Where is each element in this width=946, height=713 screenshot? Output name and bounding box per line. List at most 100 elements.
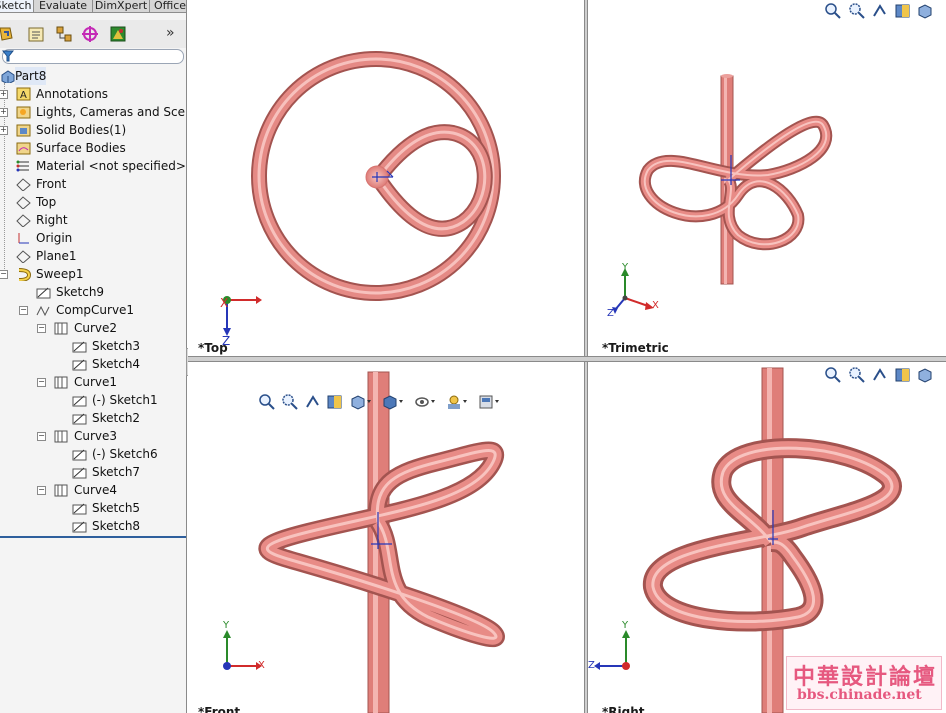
- tree-item-label: Surface Bodies: [36, 141, 126, 155]
- tree-item-label: Front: [36, 177, 67, 191]
- previous-view-icon[interactable]: [871, 2, 889, 20]
- axis-z-label: Z: [607, 308, 614, 319]
- previous-view-icon[interactable]: [304, 393, 322, 411]
- collapse-toggle[interactable]: −: [37, 432, 46, 441]
- axis-x-label: X: [220, 296, 229, 310]
- command-manager-tabs: Sketch Evaluate DimXpert Office Products: [0, 0, 186, 13]
- view-triad: [223, 296, 262, 336]
- tree-item-label: Sketch7: [92, 465, 141, 479]
- section-view-icon[interactable]: [894, 2, 912, 20]
- section-view-icon[interactable]: [894, 366, 912, 384]
- expand-toggle[interactable]: +: [0, 108, 8, 117]
- tree-item-label: Lights, Cameras and Scene: [36, 105, 187, 119]
- zoom-to-area-icon[interactable]: [848, 2, 866, 20]
- svg-text:A: A: [20, 90, 27, 101]
- watermark-url: bbs.chinade.net: [797, 687, 922, 703]
- zoom-to-area-icon[interactable]: [848, 366, 866, 384]
- viewport-top[interactable]: X Z *Top: [188, 0, 584, 356]
- tree-item-label: CompCurve1: [56, 303, 135, 317]
- annotations-icon: A: [16, 87, 31, 101]
- display-manager-icon[interactable]: [108, 24, 128, 44]
- tree-item-label: Sweep1: [36, 267, 84, 281]
- view-triad: [223, 630, 262, 670]
- tree-item-label: (-) Sketch1: [92, 393, 158, 407]
- curve-icon: [54, 484, 68, 497]
- tree-item-label: Curve3: [74, 429, 118, 443]
- viewport-label: *Front: [198, 705, 241, 713]
- hide-show-items-icon[interactable]: [414, 393, 435, 411]
- collapse-toggle[interactable]: −: [19, 306, 28, 315]
- axis-x-label: X: [652, 300, 659, 311]
- tree-item-label: Curve4: [74, 483, 118, 497]
- tree-item-label: Sketch3: [92, 339, 141, 353]
- collapse-toggle[interactable]: −: [0, 270, 8, 279]
- view-orientation-icon[interactable]: [916, 366, 934, 384]
- feature-manager-panel: Sketch Evaluate DimXpert Office Products…: [0, 0, 187, 713]
- sweep-icon: [18, 268, 31, 281]
- expand-toggle[interactable]: +: [0, 126, 8, 135]
- display-style-icon[interactable]: [382, 393, 403, 411]
- previous-view-icon[interactable]: [871, 366, 889, 384]
- zoom-to-fit-icon[interactable]: [824, 366, 842, 384]
- collapse-toggle[interactable]: −: [37, 324, 46, 333]
- viewport-trimetric[interactable]: Y X Z *Trimetric: [588, 0, 946, 356]
- sketch-icon: [72, 521, 87, 533]
- plane-icon: [16, 214, 31, 227]
- axis-x-label: X: [258, 660, 265, 671]
- trimetric-view-canvas: [612, 74, 833, 314]
- tab-sketch[interactable]: Sketch: [0, 0, 34, 13]
- tree-item-label: Sketch9: [56, 285, 105, 299]
- tree-item-label: Sketch2: [92, 411, 141, 425]
- property-manager-icon[interactable]: [26, 24, 46, 44]
- zoom-to-area-icon[interactable]: [281, 393, 299, 411]
- tree-filter-input[interactable]: [2, 49, 184, 64]
- viewport-front[interactable]: Y X *Front: [188, 362, 584, 713]
- sketch-icon: [72, 413, 87, 425]
- manager-icon-bar: »: [0, 20, 186, 48]
- apply-scene-icon[interactable]: [446, 393, 467, 411]
- view-settings-icon[interactable]: [478, 393, 499, 411]
- curve-icon: [54, 430, 68, 443]
- material-icon: [16, 160, 29, 172]
- tree-item-label: Origin: [36, 231, 73, 245]
- axis-y-label: Y: [622, 262, 629, 273]
- dimxpert-manager-icon[interactable]: [80, 24, 100, 44]
- tab-evaluate[interactable]: Evaluate: [33, 0, 93, 13]
- collapse-toggle[interactable]: −: [37, 486, 46, 495]
- curve-icon: [54, 376, 68, 389]
- tree-item-label: Right: [36, 213, 68, 227]
- zoom-to-fit-icon[interactable]: [258, 393, 276, 411]
- tab-dimxpert[interactable]: DimXpert: [92, 0, 150, 13]
- axis-y-label: Y: [223, 620, 230, 631]
- tree-item-label: Top: [36, 195, 57, 209]
- sketch-icon: [36, 287, 51, 299]
- viewport-label: *Right: [602, 705, 645, 713]
- zoom-to-fit-icon[interactable]: [824, 2, 842, 20]
- plane-icon: [16, 250, 31, 263]
- axis-y-label: Y: [622, 620, 629, 631]
- axis-z-label: Z: [588, 660, 595, 671]
- tree-item-label: Sketch5: [92, 501, 141, 515]
- origin-icon: [18, 233, 29, 244]
- plane-icon: [16, 178, 31, 191]
- tree-item-label: Curve1: [74, 375, 118, 389]
- expand-chevron-icon[interactable]: »: [166, 25, 175, 41]
- section-view-icon[interactable]: [326, 393, 344, 411]
- expand-toggle[interactable]: +: [0, 90, 8, 99]
- feature-manager-icon[interactable]: [0, 24, 16, 44]
- tab-office-products[interactable]: Office Products: [149, 0, 186, 13]
- collapse-toggle[interactable]: −: [37, 378, 46, 387]
- configuration-manager-icon[interactable]: [54, 24, 74, 44]
- sketch-icon: [72, 467, 87, 479]
- tree-item-label: Solid Bodies(1): [36, 123, 127, 137]
- tree-item-label: Plane1: [36, 249, 77, 263]
- rollback-bar[interactable]: [0, 536, 186, 538]
- composite-curve-icon: [36, 305, 50, 317]
- view-orientation-icon[interactable]: [916, 2, 934, 20]
- sketch-icon: [72, 503, 87, 515]
- lights-icon: [16, 106, 31, 119]
- view-orientation-icon[interactable]: [350, 393, 371, 411]
- tree-item-label: (-) Sketch6: [92, 447, 158, 461]
- sketch-icon: [72, 341, 87, 353]
- tree-item-label: Sketch8: [92, 519, 141, 533]
